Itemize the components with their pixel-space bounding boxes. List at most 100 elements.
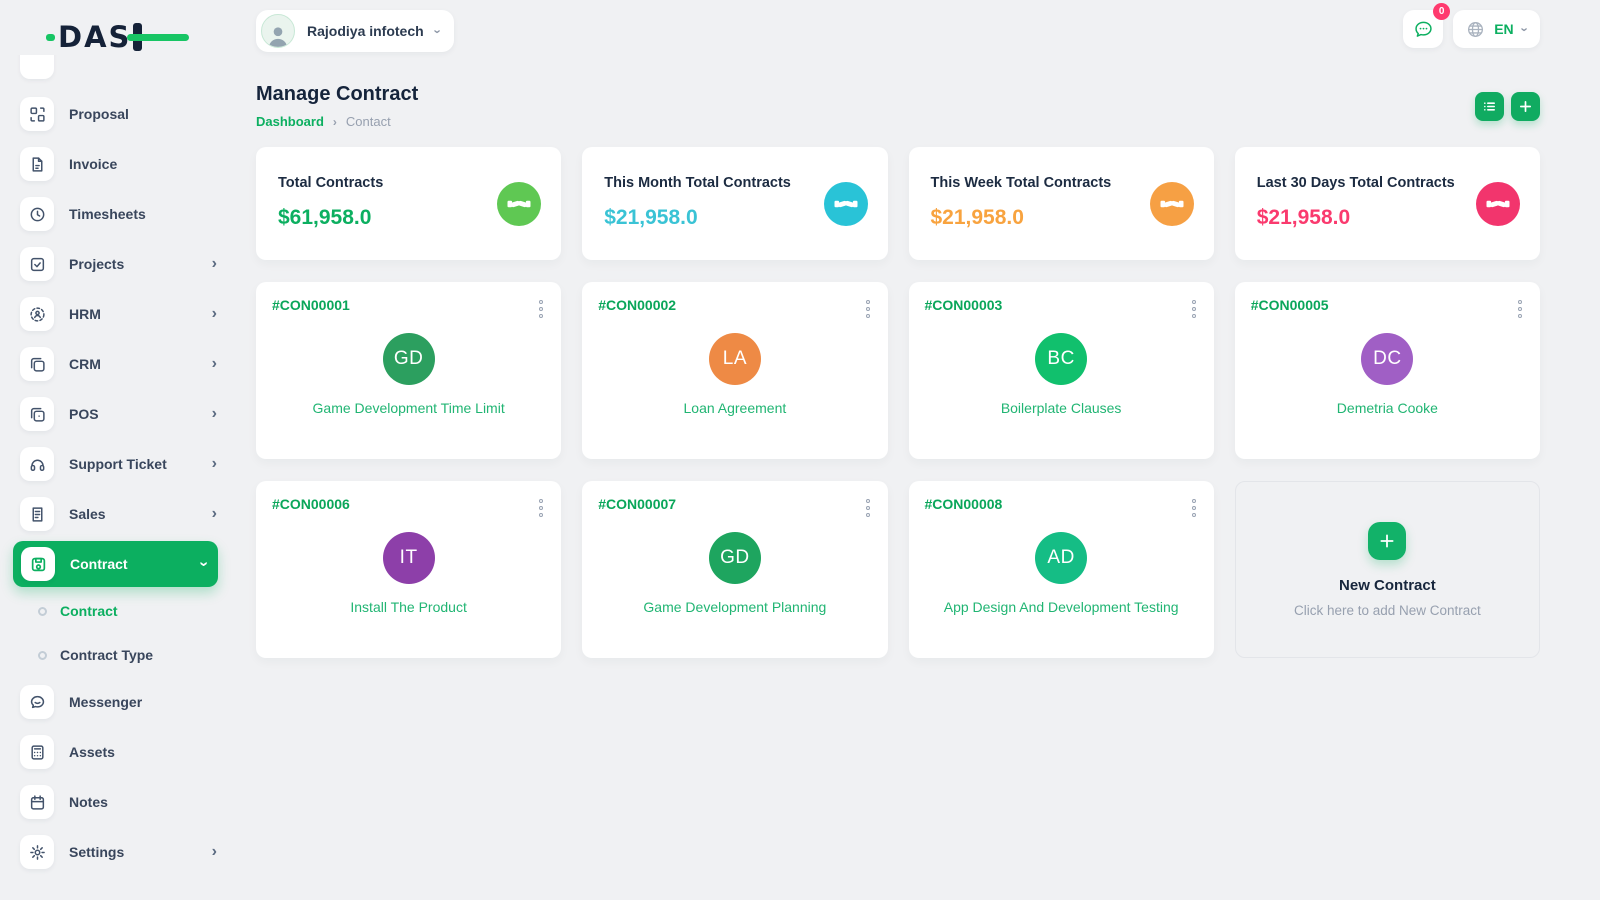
main-content: Rajodiya infotech › 0 EN › Manage Contr: [235, 0, 1600, 900]
chevron-down-icon: ›: [195, 561, 211, 566]
chevron-down-icon: ›: [430, 29, 445, 33]
contract-id-link[interactable]: #CON00007: [598, 496, 676, 512]
contract-id-link[interactable]: #CON00008: [925, 496, 1003, 512]
clock-icon: [20, 197, 54, 231]
kebab-menu-icon[interactable]: [1190, 496, 1198, 520]
contract-name-link[interactable]: Game Development Time Limit: [272, 400, 545, 416]
handshake-icon: [824, 182, 868, 226]
sidebar-item-contract[interactable]: Contract ›: [13, 541, 218, 587]
contract-id-link[interactable]: #CON00006: [272, 496, 350, 512]
language-selector[interactable]: EN ›: [1453, 10, 1540, 48]
logo-dot-icon: [46, 34, 55, 41]
swap-icon: [20, 97, 54, 131]
sidebar: DAS Proposal Invoice Timesheets: [0, 0, 235, 900]
avatar: GD: [709, 532, 761, 584]
chevron-right-icon: ›: [212, 456, 217, 472]
top-bar: Rajodiya infotech › 0 EN ›: [256, 0, 1540, 52]
page-title: Manage Contract: [256, 83, 418, 106]
contract-name-link[interactable]: Install The Product: [272, 599, 545, 615]
messages-badge: 0: [1433, 3, 1450, 20]
sidebar-item-pos[interactable]: POS ›: [0, 389, 235, 439]
contract-name-link[interactable]: App Design And Development Testing: [925, 599, 1198, 615]
sidebar-menu: Proposal Invoice Timesheets Projects ›: [0, 55, 235, 885]
avatar: GD: [383, 333, 435, 385]
sidebar-item-support-ticket[interactable]: Support Ticket ›: [0, 439, 235, 489]
copy-icon: [20, 397, 54, 431]
breadcrumb: Dashboard › Contact: [256, 114, 418, 129]
circle-icon: [38, 607, 47, 616]
sidebar-item-timesheets[interactable]: Timesheets: [0, 189, 235, 239]
sidebar-item-crm[interactable]: CRM ›: [0, 339, 235, 389]
sidebar-subitem-contract-type[interactable]: Contract Type: [0, 633, 235, 677]
workspace-dropdown[interactable]: Rajodiya infotech ›: [256, 10, 454, 52]
contract-card: #CON00006 IT Install The Product: [256, 481, 561, 658]
messages-button[interactable]: 0: [1403, 10, 1443, 48]
avatar: DC: [1361, 333, 1413, 385]
chevron-right-icon: ›: [212, 356, 217, 372]
handshake-icon: [497, 182, 541, 226]
contract-card: #CON00005 DC Demetria Cooke: [1235, 282, 1540, 459]
logo-h-glyph: [133, 22, 163, 52]
gear-icon: [20, 835, 54, 869]
contract-icon: [21, 547, 55, 581]
avatar: BC: [1035, 333, 1087, 385]
headphones-icon: [20, 447, 54, 481]
contract-id-link[interactable]: #CON00001: [272, 297, 350, 313]
sidebar-item-messenger[interactable]: Messenger: [0, 677, 235, 727]
kebab-menu-icon[interactable]: [1190, 297, 1198, 321]
chat-icon: [20, 685, 54, 719]
kebab-menu-icon[interactable]: [537, 496, 545, 520]
avatar: AD: [1035, 532, 1087, 584]
kebab-menu-icon[interactable]: [864, 297, 872, 321]
stat-card-total: Total Contracts $61,958.0: [256, 147, 561, 260]
sidebar-item-assets[interactable]: Assets: [0, 727, 235, 777]
contract-card: #CON00001 GD Game Development Time Limit: [256, 282, 561, 459]
contract-card: #CON00008 AD App Design And Development …: [909, 481, 1214, 658]
handshake-icon: [1476, 182, 1520, 226]
kebab-menu-icon[interactable]: [864, 496, 872, 520]
stat-card-month: This Month Total Contracts $21,958.0: [582, 147, 887, 260]
sidebar-item-projects[interactable]: Projects ›: [0, 239, 235, 289]
sidebar-item-hrm[interactable]: HRM ›: [0, 289, 235, 339]
user-avatar: [261, 14, 295, 48]
document-icon: [20, 497, 54, 531]
contract-id-link[interactable]: #CON00005: [1251, 297, 1329, 313]
sidebar-item-sales[interactable]: Sales ›: [0, 489, 235, 539]
circle-icon: [38, 651, 47, 660]
chevron-right-icon: ›: [212, 306, 217, 322]
kebab-menu-icon[interactable]: [1516, 297, 1524, 321]
breadcrumb-dashboard[interactable]: Dashboard: [256, 114, 324, 129]
chevron-down-icon: ›: [1517, 27, 1532, 31]
calculator-icon: [20, 735, 54, 769]
stat-card-week: This Week Total Contracts $21,958.0: [909, 147, 1214, 260]
kebab-menu-icon[interactable]: [537, 297, 545, 321]
avatar: IT: [383, 532, 435, 584]
avatar: LA: [709, 333, 761, 385]
sidebar-item-settings[interactable]: Settings ›: [0, 827, 235, 877]
chevron-right-icon: ›: [212, 506, 217, 522]
sidebar-item-invoice[interactable]: Invoice: [0, 139, 235, 189]
sidebar-subitem-contract[interactable]: Contract: [0, 589, 235, 633]
chevron-right-icon: ›: [333, 115, 337, 129]
copy-icon: [20, 347, 54, 381]
contract-name-link[interactable]: Boilerplate Clauses: [925, 400, 1198, 416]
brand-logo[interactable]: DAS: [0, 0, 235, 55]
contract-name-link[interactable]: Loan Agreement: [598, 400, 871, 416]
new-contract-tile[interactable]: New Contract Click here to add New Contr…: [1235, 481, 1540, 658]
sidebar-item-notes[interactable]: Notes: [0, 777, 235, 827]
sidebar-item-partial[interactable]: [20, 55, 54, 79]
list-view-button[interactable]: [1475, 92, 1504, 121]
header-actions: 0 EN ›: [1403, 10, 1540, 48]
brand-name: DAS: [58, 23, 131, 52]
new-contract-title: New Contract: [1339, 577, 1436, 594]
plus-icon: [1518, 99, 1533, 114]
globe-icon: [1466, 20, 1485, 39]
sidebar-item-proposal[interactable]: Proposal: [0, 89, 235, 139]
page-header: Manage Contract Dashboard › Contact: [256, 83, 1540, 129]
contract-name-link[interactable]: Game Development Planning: [598, 599, 871, 615]
contract-id-link[interactable]: #CON00002: [598, 297, 676, 313]
contract-id-link[interactable]: #CON00003: [925, 297, 1003, 313]
add-contract-button[interactable]: [1511, 92, 1540, 121]
contract-name-link[interactable]: Demetria Cooke: [1251, 400, 1524, 416]
stats-row: Total Contracts $61,958.0 This Month Tot…: [256, 147, 1540, 260]
